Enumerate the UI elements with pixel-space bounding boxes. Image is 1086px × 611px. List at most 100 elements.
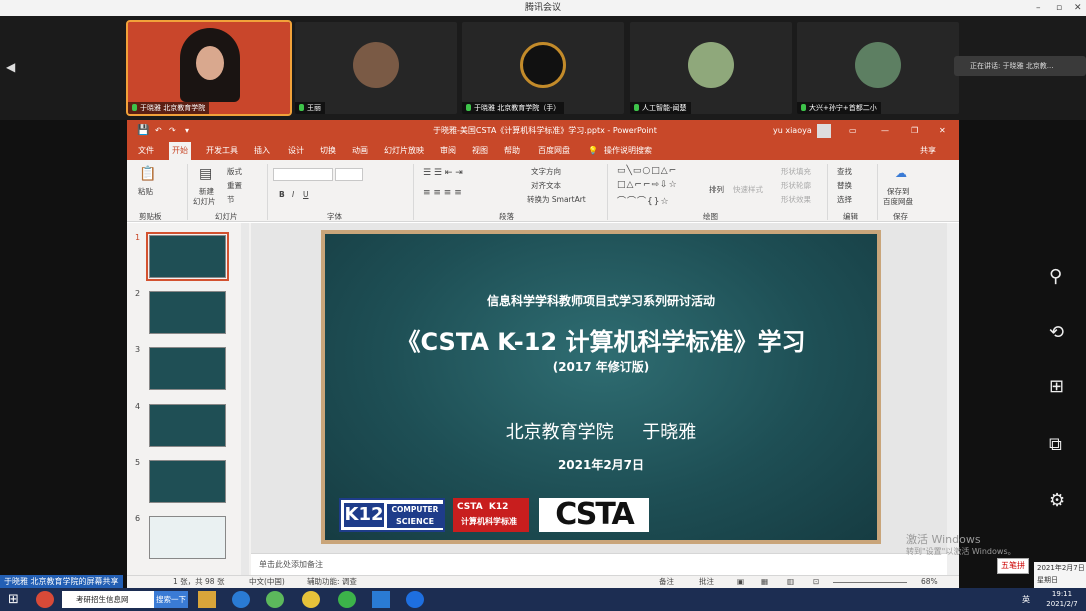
search-icon[interactable]: ⚲: [1049, 266, 1062, 287]
close-icon[interactable]: ✕: [939, 120, 946, 142]
thumbnail-slide[interactable]: [149, 516, 226, 559]
shape-effects-button[interactable]: 形状效果: [781, 194, 811, 205]
replace-button[interactable]: 替换: [837, 180, 852, 191]
find-button[interactable]: 查找: [837, 166, 852, 177]
share-icon[interactable]: ⟲: [1049, 322, 1064, 343]
user-name[interactable]: yu xiaoya: [773, 120, 812, 142]
text-direction-button[interactable]: 文字方向: [531, 166, 561, 177]
shapes-gallery-row2[interactable]: □△⌐⌐⇨⇩☆: [617, 180, 678, 190]
tab-help[interactable]: 帮助: [501, 142, 523, 160]
search-button[interactable]: 搜索一下: [154, 591, 188, 608]
font-name-select[interactable]: [273, 168, 333, 181]
reset-button[interactable]: 重置: [227, 180, 242, 191]
customize-icon[interactable]: ▾: [185, 120, 189, 142]
tab-review[interactable]: 审阅: [437, 142, 459, 160]
shapes-gallery[interactable]: ▭╲▭○□△⌐: [617, 166, 677, 176]
participant-tile[interactable]: 于晓雅 北京教育学院（手）: [462, 22, 624, 114]
ime-bar[interactable]: 五笔拼: [997, 558, 1029, 574]
thumbnail-slide[interactable]: [149, 291, 226, 334]
bullets-icon[interactable]: ☰ ☰ ⇤ ⇥: [423, 168, 463, 178]
folder-icon[interactable]: [198, 591, 216, 608]
thumbnail-slide[interactable]: [149, 404, 226, 447]
tab-baidu[interactable]: 百度网盘: [535, 142, 573, 160]
thumbnail-scrollbar[interactable]: [241, 223, 249, 575]
comments-button[interactable]: 批注: [699, 576, 714, 588]
app-icon[interactable]: [36, 591, 54, 608]
thumbnail-slide[interactable]: [149, 347, 226, 390]
windows-start-icon[interactable]: ⊞: [8, 591, 19, 608]
tab-animations[interactable]: 动画: [349, 142, 371, 160]
chevron-left-icon[interactable]: ◀: [6, 60, 15, 74]
tab-file[interactable]: 文件: [135, 142, 157, 160]
baidu-cloud-icon[interactable]: ☁: [895, 166, 907, 180]
section-button[interactable]: 节: [227, 194, 235, 205]
ie-icon[interactable]: [232, 591, 250, 608]
smartart-button[interactable]: 转换为 SmartArt: [527, 194, 586, 205]
arrange-button[interactable]: 排列: [709, 184, 724, 195]
participant-tile[interactable]: 于晓雅 北京教育学院: [126, 20, 292, 116]
font-size-select[interactable]: [335, 168, 363, 181]
participant-tile[interactable]: 人工智能-闻楚: [630, 22, 792, 114]
accessibility[interactable]: 辅助功能: 调查: [307, 576, 357, 588]
restore-icon[interactable]: ▫: [1056, 0, 1062, 16]
save-icon[interactable]: 💾: [137, 120, 149, 142]
select-button[interactable]: 选择: [837, 194, 852, 205]
paste-icon[interactable]: 📋: [139, 166, 156, 182]
user-avatar[interactable]: [817, 124, 831, 138]
new-slide-icon[interactable]: ▤: [199, 166, 212, 182]
quick-styles-button[interactable]: 快速样式: [733, 184, 763, 195]
notes-pane[interactable]: 单击此处添加备注: [251, 553, 947, 575]
current-slide[interactable]: 信息科学学科教师项目式学习系列研讨活动 《CSTA K-12 计算机科学标准》学…: [321, 230, 881, 544]
participant-tile[interactable]: 大兴+孙宁+首都二小: [797, 22, 959, 114]
restore-icon[interactable]: ❐: [911, 120, 918, 142]
layout-button[interactable]: 版式: [227, 166, 242, 177]
wechat-icon[interactable]: [338, 591, 356, 608]
system-clock[interactable]: 19:11 2021/2/7: [1040, 589, 1084, 609]
tell-me-search[interactable]: 操作说明搜索: [601, 142, 655, 160]
notes-button[interactable]: 备注: [659, 576, 674, 588]
meeting-icon[interactable]: [372, 591, 390, 608]
close-icon[interactable]: ✕: [1074, 0, 1082, 16]
align-icon[interactable]: ≡ ≡ ≡ ≡: [423, 188, 462, 198]
zoom-level[interactable]: 68%: [921, 576, 938, 588]
sorter-view-icon[interactable]: ▦: [761, 576, 768, 588]
zoom-slider[interactable]: [833, 582, 907, 583]
participant-tile[interactable]: 王丽: [295, 22, 457, 114]
italic-icon[interactable]: I: [292, 190, 294, 199]
bold-icon[interactable]: B: [279, 190, 285, 199]
share-button[interactable]: 共享: [917, 142, 939, 160]
normal-view-icon[interactable]: ▣: [737, 576, 744, 588]
slideshow-view-icon[interactable]: ⊡: [813, 576, 819, 588]
thumbnail-slide[interactable]: [149, 460, 226, 503]
search-input[interactable]: 考研招生信息网: [62, 591, 154, 608]
slide-scrollbar[interactable]: [947, 223, 959, 575]
devices-icon[interactable]: ⧉: [1049, 434, 1062, 455]
tab-home[interactable]: 开始: [169, 142, 191, 160]
tab-insert[interactable]: 插入: [251, 142, 273, 160]
ribbon-display-icon[interactable]: ▭: [849, 120, 857, 142]
tab-slideshow[interactable]: 幻灯片放映: [381, 142, 427, 160]
tab-design[interactable]: 设计: [285, 142, 307, 160]
paste-button[interactable]: 粘贴: [138, 186, 153, 197]
app-icon[interactable]: [406, 591, 424, 608]
windows-icon[interactable]: ⊞: [1049, 376, 1064, 397]
align-text-button[interactable]: 对齐文本: [531, 180, 561, 191]
ime-lang[interactable]: 英: [1022, 591, 1030, 608]
app-icon[interactable]: [266, 591, 284, 608]
language[interactable]: 中文(中国): [249, 576, 285, 588]
shape-outline-button[interactable]: 形状轮廓: [781, 180, 811, 191]
minimize-icon[interactable]: —: [881, 120, 889, 142]
thumbnail-slide[interactable]: [146, 232, 229, 281]
shape-fill-button[interactable]: 形状填充: [781, 166, 811, 177]
redo-icon[interactable]: ↷: [169, 120, 176, 142]
undo-icon[interactable]: ↶: [155, 120, 162, 142]
tab-view[interactable]: 视图: [469, 142, 491, 160]
gear-icon[interactable]: ⚙: [1049, 490, 1065, 511]
minimize-icon[interactable]: –: [1036, 0, 1041, 16]
shapes-gallery-row3[interactable]: ⌒⌒⌒{}☆: [617, 194, 670, 207]
chrome-icon[interactable]: [302, 591, 320, 608]
reading-view-icon[interactable]: ▥: [787, 576, 794, 588]
tab-developer[interactable]: 开发工具: [203, 142, 241, 160]
tab-transitions[interactable]: 切换: [317, 142, 339, 160]
underline-icon[interactable]: U: [303, 190, 309, 199]
